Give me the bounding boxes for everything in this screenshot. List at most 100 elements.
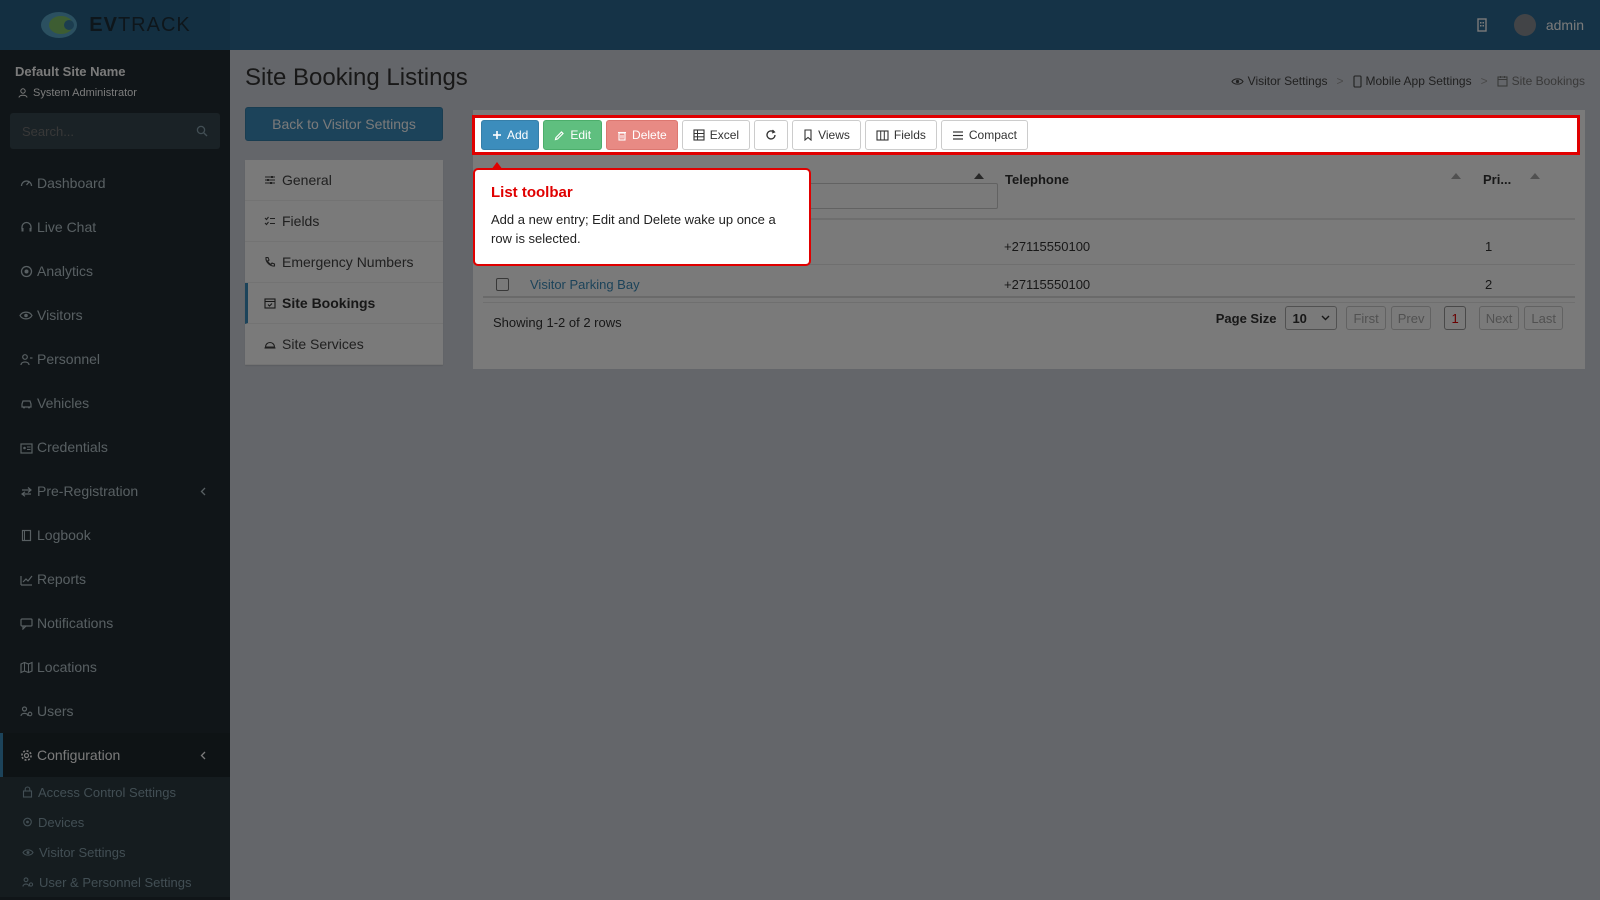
trash-icon (617, 130, 627, 141)
nav-logbook[interactable]: Logbook (0, 513, 230, 557)
chevron-left-icon (196, 751, 210, 760)
breadcrumb-site-bookings: Site Bookings (1497, 74, 1585, 88)
target-icon (19, 265, 33, 278)
logo[interactable]: EVTRACK (0, 0, 230, 50)
next-page-button[interactable]: Next (1478, 306, 1520, 330)
row-telephone: +27115550100 (1004, 277, 1091, 292)
page-title: Site Booking Listings (245, 64, 468, 91)
fields-button[interactable]: Fields (864, 120, 937, 150)
prev-page-button[interactable]: Prev (1390, 306, 1432, 330)
user-role: System Administrator (15, 87, 215, 99)
row-telephone: +27115550100 (1004, 239, 1091, 254)
chart-icon (19, 573, 33, 586)
settings-menu: General Fields Emergency Numbers Site Bo… (245, 160, 443, 365)
sort-asc-icon[interactable] (974, 173, 984, 179)
username: admin (1545, 17, 1584, 33)
add-button[interactable]: Add (481, 120, 540, 150)
nav-configuration[interactable]: Configuration (0, 733, 230, 777)
tooltip-body: Add a new entry; Edit and Delete wake up… (491, 212, 776, 246)
breadcrumb: Visitor Settings > Mobile App Settings >… (1231, 74, 1585, 88)
subnav-visitor-settings[interactable]: Visitor Settings (0, 837, 230, 867)
eye-icon (22, 847, 34, 858)
excel-button[interactable]: Excel (681, 120, 751, 150)
breadcrumb-mobile-app-settings[interactable]: Mobile App Settings (1352, 74, 1472, 88)
subnav-devices[interactable]: Devices (0, 807, 230, 837)
delete-button[interactable]: Delete (606, 120, 678, 150)
search-input[interactable] (22, 123, 172, 139)
nav-visitors[interactable]: Visitors (0, 293, 230, 337)
back-to-visitor-settings-button[interactable]: Back to Visitor Settings (245, 107, 443, 141)
nav-personnel[interactable]: Personnel (0, 337, 230, 381)
spreadsheet-icon (693, 129, 705, 141)
page-size-label: Page Size (1215, 310, 1277, 326)
edit-button[interactable]: Edit (543, 120, 603, 150)
settings-item-emergency-numbers[interactable]: Emergency Numbers (245, 242, 443, 283)
subnav-access-control-settings[interactable]: Access Control Settings (0, 777, 230, 807)
search-icon[interactable] (196, 125, 208, 137)
chevron-down-icon (1321, 315, 1330, 321)
sort-icon[interactable] (1530, 173, 1540, 179)
refresh-button[interactable] (754, 120, 789, 150)
first-page-button[interactable]: First (1346, 306, 1386, 330)
main-content: Site Booking Listings Visitor Settings >… (230, 50, 1600, 900)
id-card-icon (19, 441, 33, 454)
breadcrumb-visitor-settings[interactable]: Visitor Settings (1231, 74, 1328, 88)
gear-icon (19, 749, 33, 762)
users-icon (22, 876, 34, 888)
user-icon (18, 88, 28, 98)
nav-locations[interactable]: Locations (0, 645, 230, 689)
logo-mark-icon (39, 10, 83, 40)
grid-divider (483, 296, 1575, 298)
compact-button[interactable]: Compact (940, 120, 1028, 150)
nav-pre-registration[interactable]: Pre-Registration (0, 469, 230, 513)
refresh-icon (765, 129, 777, 141)
plus-icon (492, 130, 502, 140)
list-icon (952, 130, 964, 141)
eye-icon (1231, 76, 1244, 87)
subnav-user-personnel-settings[interactable]: User & Personnel Settings (0, 867, 230, 897)
dashboard-icon (19, 177, 33, 190)
nav-notifications[interactable]: Notifications (0, 601, 230, 645)
row-checkbox[interactable] (496, 278, 509, 291)
pencil-icon (554, 130, 565, 141)
book-icon (19, 529, 33, 542)
nav-analytics[interactable]: Analytics (0, 249, 230, 293)
tour-tooltip: List toolbar Add a new entry; Edit and D… (473, 162, 811, 266)
logo-text: EVTRACK (89, 13, 191, 36)
settings-item-general[interactable]: General (245, 160, 443, 201)
column-header-priority[interactable]: Pri... (1483, 172, 1511, 187)
list-toolbar: Add Edit Delete Excel Views Fields Compa… (472, 115, 1580, 155)
columns-icon (876, 129, 889, 141)
nav-users[interactable]: Users (0, 689, 230, 733)
avatar (1513, 14, 1536, 36)
nav-live-chat[interactable]: Live Chat (0, 205, 230, 249)
current-page-button[interactable]: 1 (1444, 306, 1466, 330)
settings-item-site-bookings[interactable]: Site Bookings (245, 283, 443, 324)
cloche-icon (264, 338, 276, 350)
chat-icon (19, 617, 33, 630)
building-icon[interactable] (1476, 18, 1488, 32)
checklist-icon (264, 215, 276, 227)
phone-icon (264, 256, 276, 268)
views-button[interactable]: Views (792, 120, 861, 150)
row-count-info: Showing 1-2 of 2 rows (493, 315, 622, 330)
settings-item-site-services[interactable]: Site Services (245, 324, 443, 365)
arrows-icon (19, 485, 33, 498)
user-menu[interactable]: admin (1513, 14, 1584, 36)
site-name: Default Site Name (15, 64, 126, 79)
breadcrumb-separator: > (1480, 74, 1488, 88)
page-size-select[interactable]: 10 (1285, 306, 1338, 330)
bookmark-icon (803, 129, 813, 141)
settings-item-fields[interactable]: Fields (245, 201, 443, 242)
column-header-telephone[interactable]: Telephone (1005, 172, 1069, 187)
nav-reports[interactable]: Reports (0, 557, 230, 601)
row-name-link[interactable]: Visitor Parking Bay (530, 277, 640, 292)
nav-credentials[interactable]: Credentials (0, 425, 230, 469)
row-priority: 2 (1485, 277, 1493, 292)
sliders-icon (264, 174, 276, 186)
sidebar-search (10, 113, 220, 149)
sort-icon[interactable] (1451, 173, 1461, 179)
nav-dashboard[interactable]: Dashboard (0, 161, 230, 205)
last-page-button[interactable]: Last (1524, 306, 1563, 330)
nav-vehicles[interactable]: Vehicles (0, 381, 230, 425)
